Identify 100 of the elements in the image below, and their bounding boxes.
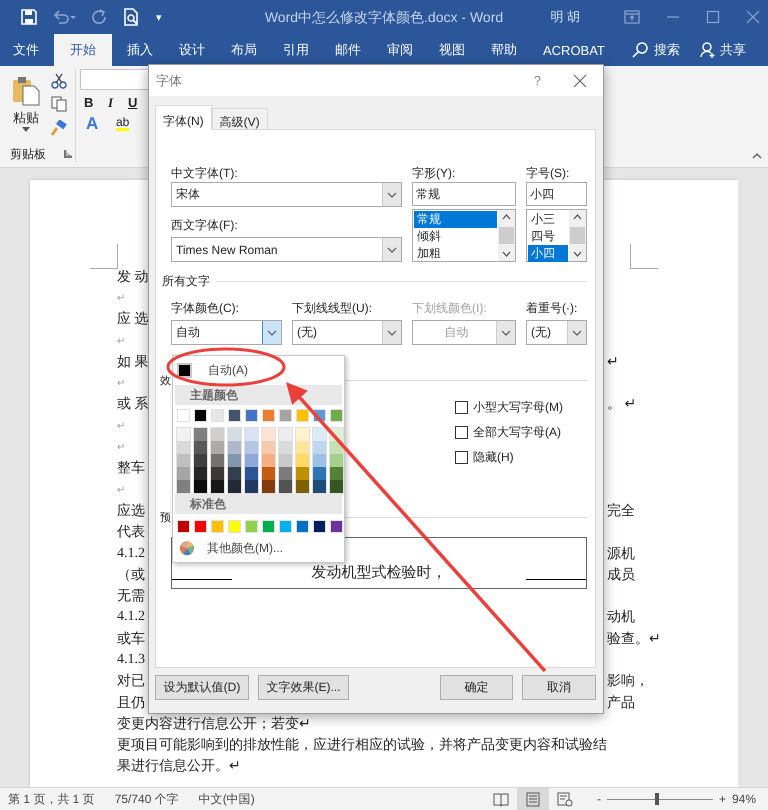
ribbon-tab[interactable]: ACROBAT (530, 34, 618, 66)
checkbox-label[interactable]: 隐藏(H) (473, 448, 514, 466)
close-icon[interactable] (573, 74, 587, 88)
dropdown-field[interactable]: 宋体 (171, 182, 402, 207)
view-button[interactable] (516, 788, 549, 810)
color-swatch[interactable] (194, 441, 207, 454)
checkbox-label[interactable]: 全部大写字母(A) (473, 424, 561, 440)
collapse-ribbon-icon[interactable] (752, 153, 762, 159)
color-swatch[interactable] (313, 454, 326, 467)
dropdown-field[interactable]: 自动 (171, 320, 282, 345)
color-swatch[interactable] (330, 454, 343, 467)
color-swatch[interactable] (211, 441, 224, 454)
print-preview-icon[interactable] (122, 7, 140, 27)
language-indicator[interactable]: 中文(中国) (198, 790, 255, 808)
color-swatch[interactable] (228, 441, 241, 454)
checkbox[interactable] (455, 400, 468, 414)
checkbox[interactable] (455, 426, 468, 438)
color-swatch[interactable] (296, 520, 309, 533)
color-swatch[interactable] (228, 467, 241, 480)
color-swatch[interactable] (262, 520, 275, 533)
color-swatch[interactable] (296, 428, 309, 441)
list-item[interactable]: 四号 (528, 228, 568, 245)
undo-icon[interactable] (52, 8, 76, 26)
list-item[interactable]: 常规 (414, 211, 497, 228)
color-swatch[interactable] (296, 480, 309, 493)
color-swatch[interactable] (211, 409, 224, 422)
format-painter-icon[interactable] (51, 120, 67, 136)
color-swatch[interactable] (279, 409, 292, 422)
ribbon-tab[interactable]: 视图 (426, 34, 478, 66)
scrollbar-thumb[interactable] (499, 227, 514, 244)
color-swatch[interactable] (262, 467, 275, 480)
color-swatch[interactable] (279, 428, 292, 441)
color-swatch[interactable] (245, 428, 258, 441)
slider-thumb[interactable] (654, 793, 659, 805)
dialog-tab[interactable]: 字体(N) (155, 105, 212, 130)
color-swatch[interactable] (262, 428, 275, 441)
color-swatch[interactable] (177, 454, 190, 467)
color-swatch[interactable] (262, 480, 275, 493)
color-swatch[interactable] (330, 480, 343, 493)
color-swatch[interactable] (279, 520, 292, 533)
dialog-button[interactable]: 设为默认值(D) (155, 675, 249, 700)
save-icon[interactable] (20, 8, 38, 26)
ribbon-tab[interactable]: 布局 (218, 34, 270, 66)
color-swatch[interactable] (177, 480, 190, 493)
ribbon-tab[interactable]: 插入 (114, 34, 166, 66)
color-swatch[interactable] (262, 454, 275, 467)
color-swatch[interactable] (262, 441, 275, 454)
color-swatch[interactable] (245, 520, 258, 533)
color-swatch[interactable] (177, 428, 190, 441)
color-swatch[interactable] (211, 480, 224, 493)
color-swatch[interactable] (330, 467, 343, 480)
list-box[interactable]: 小三 四号 小四 (526, 209, 587, 262)
dialog-button[interactable]: 文字效果(E)... (258, 675, 349, 700)
scrollbar-thumb[interactable] (570, 227, 585, 244)
color-swatch[interactable] (313, 520, 326, 533)
copy-icon[interactable] (51, 96, 67, 112)
color-swatch[interactable] (194, 409, 207, 422)
search-button[interactable]: 搜索 (654, 41, 680, 59)
color-swatch[interactable] (296, 441, 309, 454)
color-swatch[interactable] (245, 454, 258, 467)
input-field[interactable]: 小四 (526, 182, 587, 206)
highlight-button[interactable]: ab (116, 116, 130, 131)
dialog-button[interactable]: 取消 (522, 675, 596, 700)
color-swatch[interactable] (228, 428, 241, 441)
ribbon-tab[interactable]: 邮件 (322, 34, 374, 66)
color-swatch[interactable] (177, 441, 190, 454)
ribbon-tab[interactable]: 帮助 (478, 34, 530, 66)
list-box[interactable]: 常规 倾斜 加粗 (412, 209, 516, 262)
close-icon[interactable] (746, 10, 760, 24)
color-swatch[interactable] (245, 409, 258, 422)
color-swatch[interactable] (211, 520, 224, 533)
color-swatch[interactable] (313, 428, 326, 441)
input-field[interactable]: 常规 (412, 182, 516, 206)
color-swatch[interactable] (296, 409, 309, 422)
color-swatch[interactable] (279, 467, 292, 480)
ribbon-tab[interactable]: 文件 (0, 34, 52, 66)
color-swatch[interactable] (194, 454, 207, 467)
ribbon-tab[interactable]: 设计 (166, 34, 218, 66)
share-button[interactable]: 共享 (720, 41, 746, 59)
list-item[interactable]: 小三 (528, 211, 568, 228)
color-swatch[interactable] (313, 441, 326, 454)
color-swatch[interactable] (279, 480, 292, 493)
color-swatch[interactable] (211, 428, 224, 441)
color-swatch[interactable] (245, 441, 258, 454)
dialog-button[interactable]: 确定 (440, 675, 513, 700)
color-swatch[interactable] (228, 480, 241, 493)
color-swatch[interactable] (245, 480, 258, 493)
color-swatch[interactable] (228, 520, 241, 533)
color-swatch[interactable] (177, 520, 190, 533)
color-swatch[interactable] (177, 467, 190, 480)
list-item[interactable]: 加粗 (414, 245, 497, 262)
redo-icon[interactable] (90, 8, 108, 26)
color-swatch[interactable] (194, 428, 207, 441)
color-swatch[interactable] (262, 409, 275, 422)
ribbon-display-icon[interactable] (624, 10, 640, 24)
color-swatch[interactable] (296, 454, 309, 467)
color-swatch[interactable] (313, 480, 326, 493)
customize-toolbar-button[interactable]: ▾ (156, 10, 162, 24)
zoom-out-button[interactable]: - (596, 792, 601, 806)
color-swatch[interactable] (313, 467, 326, 480)
